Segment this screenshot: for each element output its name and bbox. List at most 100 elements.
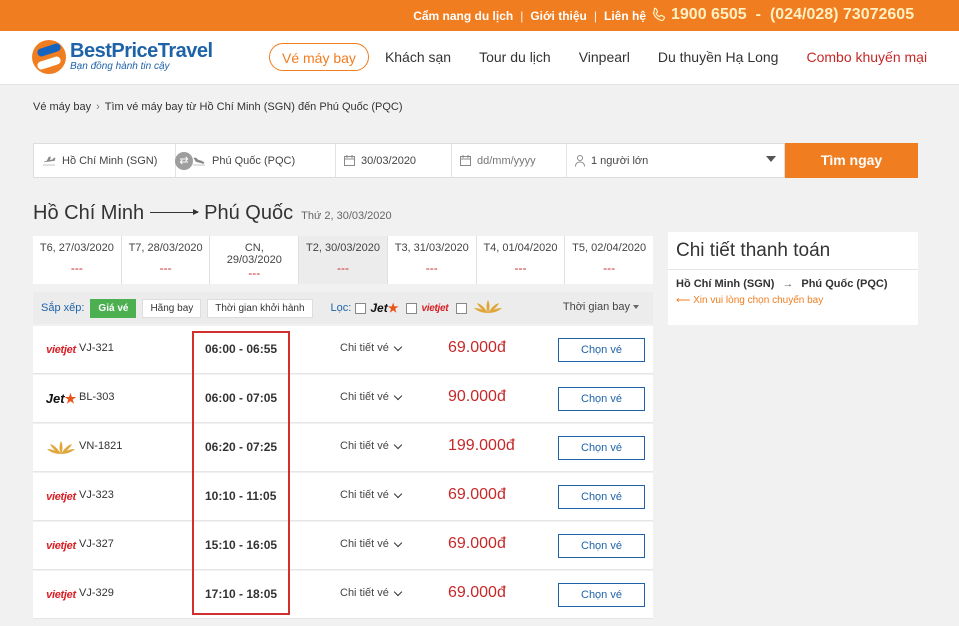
filter-vietjet-checkbox[interactable] <box>406 302 418 314</box>
choose-ticket-button[interactable]: Chọn vé <box>558 583 645 607</box>
airline-logo: vietjet <box>43 473 79 521</box>
top-links: Cẩm nang du lịch | Giới thiệu | Liên hệ <box>413 9 646 23</box>
payment-route: Hồ Chí Minh (SGN) → Phú Quốc (PQC) <box>668 270 918 290</box>
ticket-details-toggle[interactable]: Chi tiết vé <box>340 342 403 354</box>
hotline[interactable]: 1900 6505 - (024/028) 73072605 <box>651 6 914 24</box>
landing-icon <box>192 155 206 167</box>
choose-ticket-button[interactable]: Chọn vé <box>558 436 645 460</box>
from-field[interactable]: Hồ Chí Minh (SGN) <box>34 144 176 177</box>
sort-by-price-button[interactable]: Giá vé <box>90 298 137 318</box>
date-price: --- <box>425 261 438 275</box>
payment-origin: Hồ Chí Minh (SGN) <box>676 278 775 290</box>
chevron-down-icon <box>393 489 403 498</box>
ticket-details-toggle[interactable]: Chi tiết vé <box>340 440 403 452</box>
airline-logo: vietjet <box>43 571 79 619</box>
vietnam-airlines-logo <box>473 299 503 318</box>
vietjet-logo: vietjet <box>421 302 449 314</box>
depart-date-value: 30/03/2020 <box>361 154 417 167</box>
jetstar-logo: Jet★ <box>45 391 77 406</box>
filter-jetstar-checkbox[interactable] <box>355 302 367 314</box>
filter-vietnam-airlines-checkbox[interactable] <box>456 302 468 314</box>
nav-combo[interactable]: Combo khuyến mại <box>806 43 927 71</box>
ticket-details-toggle[interactable]: Chi tiết vé <box>340 587 403 599</box>
flight-row: vietjet VJ-329 17:10 - 18:05 Chi tiết vé… <box>33 571 653 619</box>
date-tabs: T6, 27/03/2020 --- T7, 28/03/2020 --- CN… <box>33 236 654 284</box>
choose-ticket-button[interactable]: Chọn vé <box>558 485 645 509</box>
date-tab[interactable]: CN, 29/03/2020 --- <box>210 236 300 284</box>
flight-code: VJ-327 <box>79 538 114 550</box>
flight-row: Jet★ BL-303 06:00 - 07:05 Chi tiết vé 90… <box>33 375 653 423</box>
brand-logo[interactable]: BestPriceTravel Bạn đồng hành tin cậy <box>32 40 213 74</box>
date-tab[interactable]: T4, 01/04/2020 --- <box>476 236 566 284</box>
passenger-select[interactable]: 1 người lớn <box>567 144 784 177</box>
hotline-separator: - <box>755 6 761 23</box>
brand-tagline: Bạn đồng hành tin cậy <box>70 61 170 72</box>
nav-hotels[interactable]: Khách sạn <box>385 43 451 71</box>
breadcrumb-home[interactable]: Vé máy bay <box>33 101 91 113</box>
payment-title: Chi tiết thanh toán <box>668 232 918 270</box>
date-tab[interactable]: T6, 27/03/2020 --- <box>33 236 122 284</box>
breadcrumb-chevron-icon: › <box>96 101 100 113</box>
nav-tours[interactable]: Tour du lịch <box>479 43 551 71</box>
nav-cruises[interactable]: Du thuyền Hạ Long <box>658 43 779 71</box>
chevron-down-icon <box>393 587 403 596</box>
logo-icon <box>32 40 66 74</box>
flight-code: VJ-321 <box>79 342 114 354</box>
choose-ticket-button[interactable]: Chọn vé <box>558 534 645 558</box>
arrow-left-icon: ⟵ <box>676 295 694 306</box>
search-button[interactable]: Tìm ngay <box>785 143 918 178</box>
date-tab[interactable]: T5, 02/04/2020 --- <box>565 236 654 284</box>
flight-row: VN-1821 06:20 - 07:25 Chi tiết vé 199.00… <box>33 424 653 472</box>
date-price: --- <box>248 266 261 280</box>
vietjet-logo: vietjet <box>46 540 76 552</box>
contact-link[interactable]: Liên hệ <box>604 9 646 23</box>
vietjet-logo: vietjet <box>46 589 76 601</box>
phone-icon <box>652 7 666 22</box>
date-tab[interactable]: T7, 28/03/2020 --- <box>121 236 211 284</box>
takeoff-icon <box>42 155 56 167</box>
date-tab[interactable]: T3, 31/03/2020 --- <box>387 236 477 284</box>
flight-row: vietjet VJ-323 10:10 - 11:05 Chi tiết vé… <box>33 473 653 521</box>
flight-time: 06:20 - 07:25 <box>205 440 278 454</box>
jetstar-logo: Jet★ <box>370 301 399 315</box>
ticket-details-toggle[interactable]: Chi tiết vé <box>340 489 403 501</box>
calendar-icon <box>460 155 471 166</box>
date-price: --- <box>159 261 172 275</box>
ticket-details-toggle[interactable]: Chi tiết vé <box>340 391 403 403</box>
flight-time: 15:10 - 16:05 <box>205 538 278 552</box>
hotline-number-1[interactable]: 1900 6505 <box>671 6 747 24</box>
guide-link[interactable]: Cẩm nang du lịch <box>413 9 513 23</box>
nav-vinpearl[interactable]: Vinpearl <box>579 43 630 71</box>
vietjet-logo: vietjet <box>46 344 76 356</box>
hotline-number-2[interactable]: (024/028) 73072605 <box>770 6 914 24</box>
airline-logo: Jet★ <box>43 375 79 423</box>
vietjet-logo: vietjet <box>46 491 76 503</box>
return-date-field[interactable]: dd/mm/yyyy <box>452 144 567 177</box>
nav-flights[interactable]: Vé máy bay <box>269 43 369 71</box>
divider: | <box>593 9 597 23</box>
airline-logo: vietjet <box>43 326 79 374</box>
filter-label: Lọc: <box>330 302 352 314</box>
flight-list: vietjet VJ-321 06:00 - 06:55 Chi tiết vé… <box>33 326 653 620</box>
ticket-details-toggle[interactable]: Chi tiết vé <box>340 538 403 550</box>
swap-route-icon[interactable]: ⇄ <box>175 152 193 170</box>
flight-time: 06:00 - 07:05 <box>205 391 278 405</box>
breadcrumb-current: Tìm vé máy bay từ Hồ Chí Minh (SGN) đến … <box>104 101 403 113</box>
return-date-placeholder: dd/mm/yyyy <box>477 154 536 167</box>
flight-price: 199.000đ <box>448 437 515 454</box>
depart-date-field[interactable]: 30/03/2020 <box>336 144 452 177</box>
about-link[interactable]: Giới thiệu <box>530 9 587 23</box>
sort-by-departure-button[interactable]: Thời gian khởi hành <box>207 298 313 318</box>
dropdown-caret-icon <box>766 156 776 162</box>
choose-ticket-button[interactable]: Chọn vé <box>558 338 645 362</box>
sort-by-airline-button[interactable]: Hãng bay <box>142 298 202 318</box>
choose-ticket-button[interactable]: Chọn vé <box>558 387 645 411</box>
route-heading: Hồ Chí Minh Phú Quốc Thứ 2, 30/03/2020 <box>33 202 392 225</box>
date-tab-active[interactable]: T2, 30/03/2020 --- <box>299 236 388 284</box>
flight-code: VJ-329 <box>79 587 114 599</box>
to-field[interactable]: Phú Quốc (PQC) <box>176 144 336 177</box>
sort-by-duration-dropdown[interactable]: Thời gian bay <box>563 301 639 313</box>
flight-price: 69.000đ <box>448 339 506 356</box>
airline-logo <box>43 424 79 472</box>
arrow-right-icon: → <box>782 278 794 290</box>
